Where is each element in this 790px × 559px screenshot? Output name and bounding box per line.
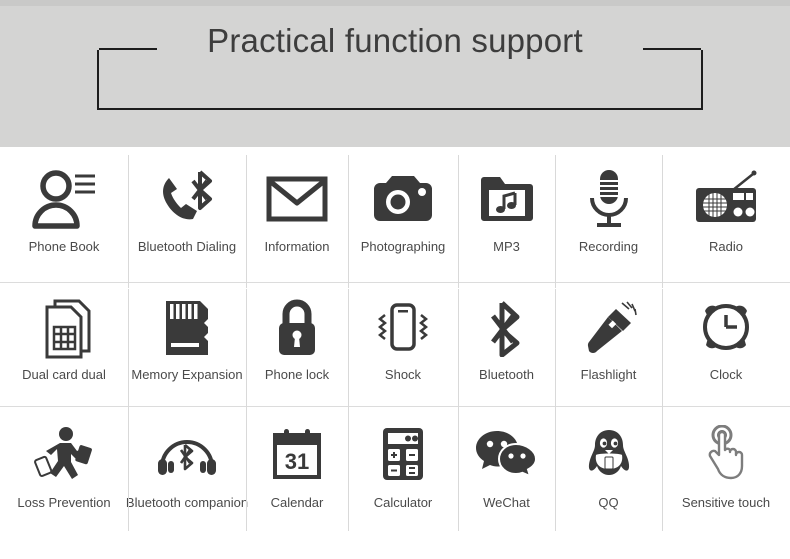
feature-cell-dual-card[interactable]: Dual card dual xyxy=(0,283,128,406)
feature-label: Phone lock xyxy=(264,367,330,382)
envelope-message-icon xyxy=(266,163,328,235)
music-folder-icon xyxy=(478,163,536,235)
feature-cell-wechat[interactable]: WeChat xyxy=(458,401,555,559)
contact-person-list-icon xyxy=(31,163,97,235)
feature-row: Loss Prevention Bluetooth companion 31 C… xyxy=(0,401,790,559)
feature-label: Calculator xyxy=(373,495,433,510)
feature-label: MP3 xyxy=(493,239,520,254)
feature-cell-sensitive-touch[interactable]: Sensitive touch xyxy=(662,401,790,559)
feature-cell-qq[interactable]: QQ xyxy=(555,401,662,559)
feature-label: QQ xyxy=(598,495,619,510)
feature-cell-phone-book[interactable]: Phone Book xyxy=(0,147,128,282)
feature-label: Phone Book xyxy=(28,239,100,254)
anti-loss-walking-person-icon xyxy=(33,421,95,487)
bluetooth-icon xyxy=(485,295,529,361)
feature-cell-flashlight[interactable]: Flashlight xyxy=(555,283,662,406)
alarm-clock-icon xyxy=(697,295,755,361)
radio-icon xyxy=(693,163,759,235)
feature-row: Phone Book Bluetooth Dialing Information… xyxy=(0,147,790,288)
phone-vibrate-icon xyxy=(372,295,434,361)
calendar-day-number: 31 xyxy=(285,449,309,474)
calculator-icon xyxy=(380,421,426,487)
page-title: Practical function support xyxy=(207,22,583,59)
feature-label: Calendar xyxy=(270,495,324,510)
qq-penguin-icon xyxy=(586,421,632,487)
feature-label: Flashlight xyxy=(580,367,637,382)
microphone-icon xyxy=(585,163,633,235)
feature-label: WeChat xyxy=(483,495,530,510)
feature-cell-clock[interactable]: Clock xyxy=(662,283,790,406)
feature-cell-calendar[interactable]: 31 Calendar xyxy=(246,401,348,559)
feature-cell-radio[interactable]: Radio xyxy=(662,147,790,288)
feature-cell-information[interactable]: Information xyxy=(246,147,348,288)
dual-sim-card-icon xyxy=(35,295,93,361)
feature-label: Bluetooth Dialing xyxy=(137,239,237,254)
feature-label: Clock xyxy=(709,367,743,382)
header-banner: Practical function support xyxy=(0,0,790,147)
padlock-icon xyxy=(273,295,321,361)
phone-handset-bluetooth-icon xyxy=(156,163,218,235)
feature-cell-bluetooth-dialing[interactable]: Bluetooth Dialing xyxy=(128,147,246,288)
feature-label: Loss Prevention xyxy=(17,495,111,510)
wechat-bubbles-icon xyxy=(475,421,539,487)
practical-function-support-page: Practical function support Phone Book Bl… xyxy=(0,0,790,559)
memory-card-icon xyxy=(162,295,212,361)
feature-label: Bluetooth companion xyxy=(125,495,249,510)
touch-hand-icon xyxy=(703,421,749,487)
feature-label: Memory Expansion xyxy=(131,367,243,382)
feature-cell-phone-lock[interactable]: Phone lock xyxy=(246,283,348,406)
feature-cell-calculator[interactable]: Calculator xyxy=(348,401,458,559)
feature-label: Information xyxy=(264,239,330,254)
feature-label: Dual card dual xyxy=(22,367,106,382)
feature-label: Sensitive touch xyxy=(681,495,771,510)
feature-cell-recording[interactable]: Recording xyxy=(555,147,662,288)
feature-label: Bluetooth xyxy=(479,367,534,382)
top-strip xyxy=(0,0,790,6)
feature-row: Dual card dual Memory Expansion Phone lo… xyxy=(0,283,790,407)
camera-icon xyxy=(372,163,434,235)
feature-grid: Phone Book Bluetooth Dialing Information… xyxy=(0,147,790,559)
feature-label: Radio xyxy=(709,239,743,254)
feature-cell-photographing[interactable]: Photographing xyxy=(348,147,458,288)
feature-cell-bluetooth-companion[interactable]: Bluetooth companion xyxy=(125,401,249,559)
feature-label: Photographing xyxy=(360,239,446,254)
feature-label: Recording xyxy=(578,239,639,254)
feature-cell-bluetooth[interactable]: Bluetooth xyxy=(458,283,555,406)
feature-label: Shock xyxy=(384,367,422,382)
feature-cell-mp3[interactable]: MP3 xyxy=(458,147,555,288)
flashlight-icon xyxy=(580,295,638,361)
feature-cell-shock[interactable]: Shock xyxy=(348,283,458,406)
calendar-31-icon: 31 xyxy=(271,421,323,487)
feature-cell-loss-prevention[interactable]: Loss Prevention xyxy=(0,407,128,559)
bluetooth-headphones-icon xyxy=(154,421,220,487)
feature-cell-memory-expansion[interactable]: Memory Expansion xyxy=(128,283,246,406)
